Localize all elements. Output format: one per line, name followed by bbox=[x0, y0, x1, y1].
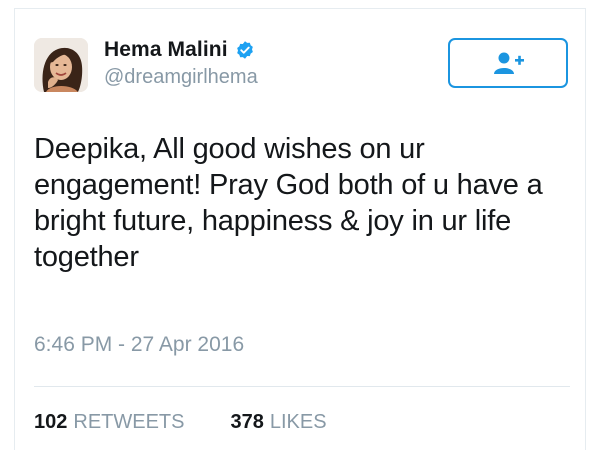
add-user-icon bbox=[494, 52, 524, 74]
likes-label: LIKES bbox=[269, 411, 327, 433]
retweets-stat[interactable]: 102 RETWEETS bbox=[34, 411, 185, 434]
likes-count: 378 bbox=[230, 411, 264, 433]
retweets-count: 102 bbox=[34, 411, 68, 433]
tweet-stats: 102 RETWEETS 378 LIKES bbox=[34, 411, 327, 434]
profile-photo-icon bbox=[34, 38, 88, 92]
likes-stat[interactable]: 378 LIKES bbox=[231, 411, 327, 434]
verified-badge-icon bbox=[235, 40, 255, 60]
author-handle[interactable]: @dreamgirlhema bbox=[104, 66, 258, 89]
tweet-text: Deepika, All good wishes on ur engagemen… bbox=[34, 133, 543, 273]
author-name-row: Hema Malini bbox=[104, 37, 255, 63]
retweets-label: RETWEETS bbox=[73, 411, 185, 433]
follow-button[interactable] bbox=[448, 38, 568, 88]
author-display-name[interactable]: Hema Malini bbox=[104, 38, 228, 62]
divider bbox=[34, 386, 570, 387]
avatar[interactable] bbox=[34, 38, 88, 92]
tweet-timestamp[interactable]: 6:46 PM - 27 Apr 2016 bbox=[34, 333, 244, 357]
